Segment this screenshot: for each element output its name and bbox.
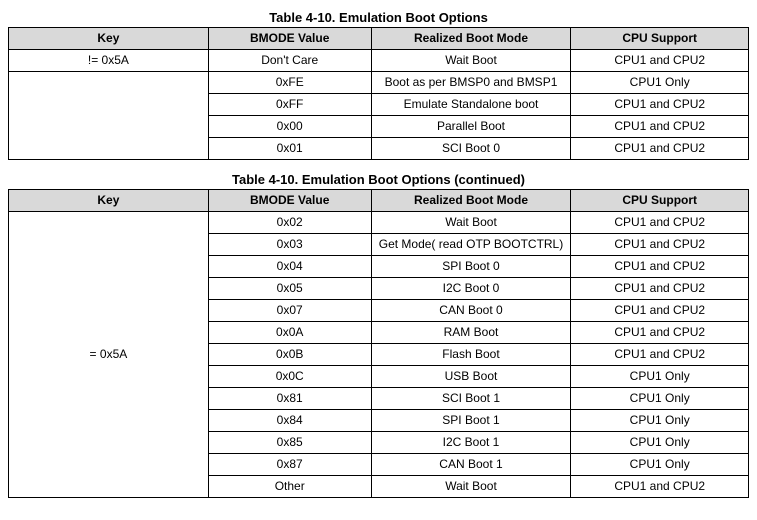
cell-bmode: 0xFF: [208, 94, 371, 116]
table-row: = 0x5A 0x02 Wait Boot CPU1 and CPU2: [9, 212, 749, 234]
cell-mode: SPI Boot 0: [371, 256, 571, 278]
cell-cpu: CPU1 and CPU2: [571, 256, 749, 278]
cell-bmode: 0x05: [208, 278, 371, 300]
cell-key: [9, 72, 209, 94]
table2: Key BMODE Value Realized Boot Mode CPU S…: [8, 189, 749, 498]
cell-bmode: Don't Care: [208, 50, 371, 72]
cell-cpu: CPU1 and CPU2: [571, 344, 749, 366]
table-row: != 0x5A Don't Care Wait Boot CPU1 and CP…: [9, 50, 749, 72]
col-bmode: BMODE Value: [208, 28, 371, 50]
cell-cpu: CPU1 and CPU2: [571, 94, 749, 116]
col-cpu: CPU Support: [571, 190, 749, 212]
cell-bmode: 0x01: [208, 138, 371, 160]
cell-mode: Wait Boot: [371, 212, 571, 234]
col-bmode: BMODE Value: [208, 190, 371, 212]
cell-bmode: 0x84: [208, 410, 371, 432]
table-row: 0xFE Boot as per BMSP0 and BMSP1 CPU1 On…: [9, 72, 749, 94]
cell-bmode: 0x85: [208, 432, 371, 454]
cell-key: = 0x5A: [9, 212, 209, 498]
cell-bmode: 0x07: [208, 300, 371, 322]
cell-key: [9, 116, 209, 138]
cell-cpu: CPU1 and CPU2: [571, 476, 749, 498]
cell-mode: Boot as per BMSP0 and BMSP1: [371, 72, 571, 94]
cell-mode: SCI Boot 1: [371, 388, 571, 410]
cell-cpu: CPU1 and CPU2: [571, 138, 749, 160]
cell-cpu: CPU1 Only: [571, 388, 749, 410]
cell-key: [9, 94, 209, 116]
table2-header-row: Key BMODE Value Realized Boot Mode CPU S…: [9, 190, 749, 212]
cell-cpu: CPU1 and CPU2: [571, 50, 749, 72]
cell-mode: Wait Boot: [371, 50, 571, 72]
cell-cpu: CPU1 Only: [571, 366, 749, 388]
cell-mode: SPI Boot 1: [371, 410, 571, 432]
table1-header-row: Key BMODE Value Realized Boot Mode CPU S…: [9, 28, 749, 50]
cell-bmode: 0x04: [208, 256, 371, 278]
cell-bmode: 0x0C: [208, 366, 371, 388]
cell-key: [9, 138, 209, 160]
col-key: Key: [9, 28, 209, 50]
cell-bmode: 0x81: [208, 388, 371, 410]
cell-mode: Parallel Boot: [371, 116, 571, 138]
cell-mode: SCI Boot 0: [371, 138, 571, 160]
cell-bmode: Other: [208, 476, 371, 498]
cell-mode: Flash Boot: [371, 344, 571, 366]
cell-cpu: CPU1 and CPU2: [571, 234, 749, 256]
table-row: 0x00 Parallel Boot CPU1 and CPU2: [9, 116, 749, 138]
cell-key: != 0x5A: [9, 50, 209, 72]
cell-cpu: CPU1 Only: [571, 72, 749, 94]
cell-mode: Get Mode( read OTP BOOTCTRL): [371, 234, 571, 256]
col-mode: Realized Boot Mode: [371, 28, 571, 50]
cell-bmode: 0x0B: [208, 344, 371, 366]
table-row: 0xFF Emulate Standalone boot CPU1 and CP…: [9, 94, 749, 116]
cell-mode: I2C Boot 0: [371, 278, 571, 300]
cell-mode: RAM Boot: [371, 322, 571, 344]
col-key: Key: [9, 190, 209, 212]
cell-mode: USB Boot: [371, 366, 571, 388]
table2-caption: Table 4-10. Emulation Boot Options (cont…: [8, 172, 749, 187]
cell-bmode: 0x87: [208, 454, 371, 476]
cell-bmode: 0x00: [208, 116, 371, 138]
table1: Key BMODE Value Realized Boot Mode CPU S…: [8, 27, 749, 160]
cell-cpu: CPU1 and CPU2: [571, 278, 749, 300]
cell-mode: Emulate Standalone boot: [371, 94, 571, 116]
cell-cpu: CPU1 Only: [571, 454, 749, 476]
cell-mode: Wait Boot: [371, 476, 571, 498]
cell-bmode: 0x03: [208, 234, 371, 256]
cell-bmode: 0x02: [208, 212, 371, 234]
cell-cpu: CPU1 and CPU2: [571, 212, 749, 234]
cell-bmode: 0x0A: [208, 322, 371, 344]
cell-mode: CAN Boot 1: [371, 454, 571, 476]
col-cpu: CPU Support: [571, 28, 749, 50]
cell-cpu: CPU1 and CPU2: [571, 116, 749, 138]
cell-cpu: CPU1 Only: [571, 410, 749, 432]
cell-bmode: 0xFE: [208, 72, 371, 94]
cell-mode: CAN Boot 0: [371, 300, 571, 322]
cell-cpu: CPU1 and CPU2: [571, 300, 749, 322]
table1-caption: Table 4-10. Emulation Boot Options: [8, 10, 749, 25]
cell-mode: I2C Boot 1: [371, 432, 571, 454]
cell-cpu: CPU1 and CPU2: [571, 322, 749, 344]
cell-cpu: CPU1 Only: [571, 432, 749, 454]
table-row: 0x01 SCI Boot 0 CPU1 and CPU2: [9, 138, 749, 160]
col-mode: Realized Boot Mode: [371, 190, 571, 212]
